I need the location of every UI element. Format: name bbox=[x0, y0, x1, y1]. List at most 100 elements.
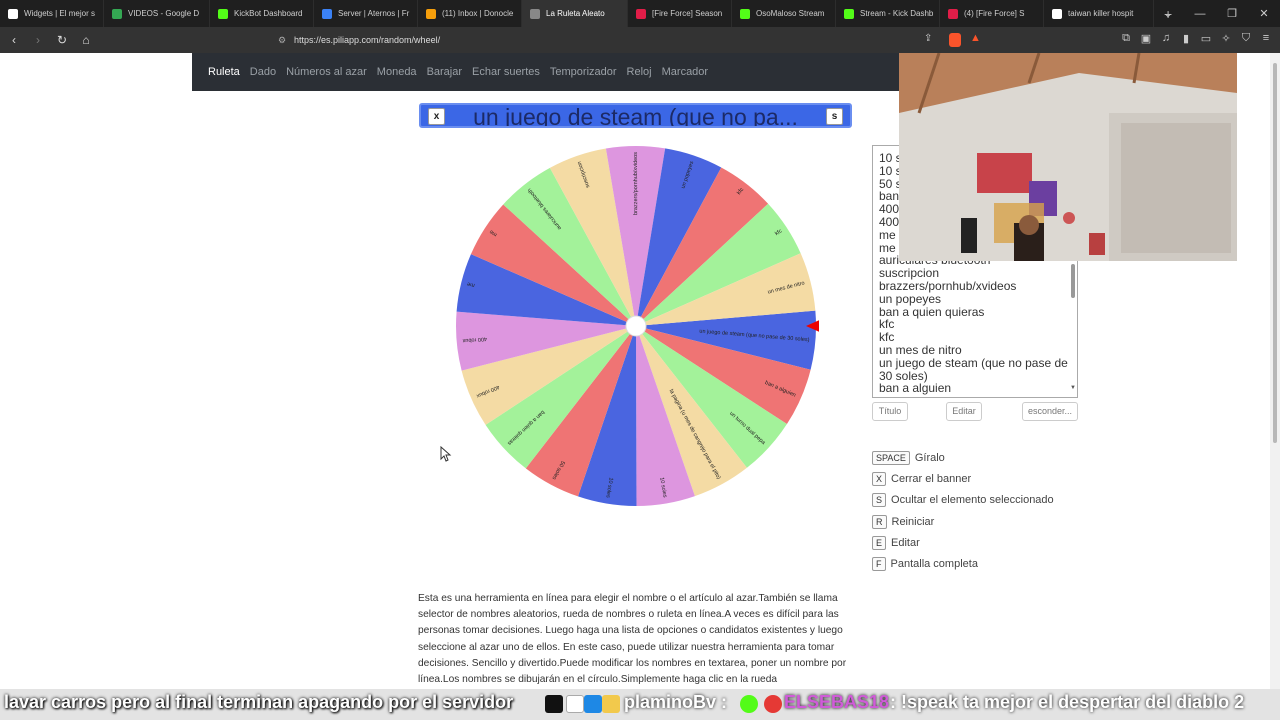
ai-icon[interactable]: ✧ bbox=[1220, 32, 1232, 45]
menu-icon[interactable]: ≡ bbox=[1260, 32, 1272, 45]
tab-favicon-icon bbox=[844, 8, 854, 19]
share-icon[interactable]: ⇪ bbox=[924, 33, 932, 44]
window-controls: ⌄ — ❐ ✕ bbox=[1152, 0, 1280, 27]
shortcut-item: R Reiniciar bbox=[872, 511, 1054, 532]
chevron-down-icon[interactable]: ⌄ bbox=[1152, 7, 1184, 20]
emote-icon bbox=[545, 695, 563, 713]
browser-tab[interactable]: taiwan killer hospit bbox=[1044, 0, 1154, 27]
hide-button[interactable]: esconder... bbox=[1022, 402, 1078, 421]
tab-favicon-icon bbox=[530, 8, 540, 19]
ticker-username: plaminoBv : bbox=[624, 692, 728, 712]
kick-icon bbox=[740, 695, 758, 713]
scrollbar-thumb[interactable] bbox=[1273, 63, 1277, 443]
shortcut-label: Cerrar el banner bbox=[891, 472, 972, 485]
ticker-message: : !speak ta mejor el despertar del diabl… bbox=[890, 692, 1245, 712]
wallet-icon[interactable]: ▭ bbox=[1200, 32, 1212, 45]
browser-tab[interactable]: OsoMaloso Stream bbox=[732, 0, 836, 27]
shortcut-key[interactable]: S bbox=[872, 493, 887, 508]
site-navigation: Ruleta Dado Números al azar Moneda Barajar Ec… bbox=[192, 53, 902, 91]
nav-link[interactable]: Moneda bbox=[377, 66, 417, 78]
browser-tab[interactable]: Widgets | El mejor s bbox=[0, 0, 104, 27]
keyboard-shortcuts: SPACE Gíralo X Cerrar el banner S Ocultar el … bbox=[872, 447, 1054, 575]
browser-tab-bar: Widgets | El mejor s VIDEOS - Google D Kic… bbox=[0, 0, 1280, 27]
nav-link[interactable]: Reloj bbox=[627, 66, 652, 78]
winner-banner: un juego de steam (que no pa... x s bbox=[419, 103, 852, 128]
tab-favicon-icon bbox=[112, 8, 122, 19]
shortcut-key[interactable]: R bbox=[872, 514, 887, 529]
nav-link[interactable]: Números al azar bbox=[286, 66, 367, 78]
reload-icon[interactable]: ↻ bbox=[52, 33, 72, 47]
minimize-icon[interactable]: — bbox=[1184, 8, 1216, 20]
nav-link[interactable]: Ruleta bbox=[208, 66, 240, 78]
banner-close-button[interactable]: x bbox=[428, 108, 445, 125]
rewards-icon[interactable]: ▲ bbox=[970, 32, 981, 44]
tab-label: Server | Aternos | Fr bbox=[338, 9, 410, 18]
tab-label: (11) Inbox | Donocle bbox=[442, 9, 514, 18]
brave-shield-icon[interactable] bbox=[949, 33, 961, 47]
shortcut-key[interactable]: F bbox=[872, 557, 886, 572]
webcam-image bbox=[899, 53, 1237, 261]
edit-button[interactable]: Editar bbox=[946, 402, 982, 421]
browser-tab[interactable]: (4) [Fire Force] S bbox=[940, 0, 1044, 27]
browser-tab[interactable]: Server | Aternos | Fr bbox=[314, 0, 418, 27]
tab-favicon-icon bbox=[322, 8, 332, 19]
spin-wheel[interactable]: un juego de steam (que no pase de 30 sol… bbox=[453, 143, 819, 509]
page-scrollbar[interactable] bbox=[1270, 53, 1280, 720]
url-field[interactable]: ⚙ https://es.piliapp.com/random/wheel/ bbox=[272, 31, 987, 49]
tab-label: taiwan killer hospit bbox=[1068, 9, 1134, 18]
tab-label: La Ruleta Aleato bbox=[546, 9, 605, 18]
tab-label: Widgets | El mejor s bbox=[24, 9, 95, 18]
browser-tab[interactable]: VIDEOS - Google D bbox=[104, 0, 210, 27]
nav-link[interactable]: Marcador bbox=[662, 66, 708, 78]
address-bar: ‹ › ↻ ⌂ ⚙ https://es.piliapp.com/random/… bbox=[0, 27, 1280, 53]
mouse-cursor-icon bbox=[440, 446, 452, 462]
shortcut-label: Ocultar el elemento seleccionado bbox=[891, 494, 1054, 507]
vpn-icon[interactable]: ⛉ bbox=[1240, 32, 1252, 45]
title-button[interactable]: Título bbox=[872, 402, 908, 421]
screenshot-icon[interactable]: ▣ bbox=[1140, 32, 1152, 45]
nav-link[interactable]: Temporizador bbox=[550, 66, 617, 78]
forward-icon[interactable]: › bbox=[28, 33, 48, 47]
chat-ticker: lavar carros pero al final terminan apag… bbox=[0, 689, 1280, 720]
webcam-overlay bbox=[899, 53, 1237, 261]
tab-label: VIDEOS - Google D bbox=[128, 9, 200, 18]
badge-icon bbox=[764, 695, 782, 713]
tab-favicon-icon bbox=[948, 8, 958, 19]
media-icon[interactable]: ♫ bbox=[1160, 32, 1172, 45]
browser-tab[interactable]: (11) Inbox | Donocle bbox=[418, 0, 522, 27]
shortcut-label: Pantalla completa bbox=[890, 558, 978, 571]
shortcut-key[interactable]: X bbox=[872, 471, 887, 486]
shortcut-label: Gíralo bbox=[914, 451, 945, 464]
shortcut-item: S Ocultar el elemento seleccionado bbox=[872, 490, 1054, 511]
tab-label: (4) [Fire Force] S bbox=[964, 9, 1025, 18]
browser-tab[interactable]: La Ruleta Aleato bbox=[522, 0, 628, 27]
shortcut-item: SPACE Gíralo bbox=[872, 447, 1054, 468]
emote-icon bbox=[602, 695, 620, 713]
browser-tab[interactable]: Stream - Kick Dashb bbox=[836, 0, 940, 27]
shortcut-key[interactable]: SPACE bbox=[872, 450, 910, 465]
nav-link[interactable]: Barajar bbox=[427, 66, 462, 78]
description-text: Esta es una herramienta en línea para el… bbox=[418, 593, 847, 686]
tab-label: OsoMaloso Stream bbox=[756, 9, 825, 18]
ticker-username: ELSEBAS18 bbox=[784, 692, 890, 712]
extension-icon[interactable]: ⧉ bbox=[1120, 32, 1132, 45]
ticker-message: lavar carros pero al final terminan apag… bbox=[4, 692, 514, 712]
shortcut-key[interactable]: E bbox=[872, 535, 887, 550]
browser-tab[interactable]: [Fire Force] Season bbox=[628, 0, 732, 27]
wheel-slice-label: brazzers/pornhub/xvideos bbox=[633, 152, 639, 215]
close-icon[interactable]: ✕ bbox=[1248, 7, 1280, 20]
sidebar-icon[interactable]: ▮ bbox=[1180, 32, 1192, 45]
emote-icon bbox=[566, 695, 584, 713]
nav-link[interactable]: Echar suertes bbox=[472, 66, 540, 78]
shortcut-label: Editar bbox=[891, 536, 920, 549]
maximize-icon[interactable]: ❐ bbox=[1216, 7, 1248, 20]
wheel-center-hub[interactable] bbox=[625, 315, 647, 337]
back-icon[interactable]: ‹ bbox=[4, 33, 24, 47]
home-icon[interactable]: ⌂ bbox=[76, 33, 96, 47]
banner-hide-button[interactable]: s bbox=[826, 108, 843, 125]
nav-link[interactable]: Dado bbox=[250, 66, 276, 78]
shortcut-item: X Cerrar el banner bbox=[872, 468, 1054, 489]
site-info-icon[interactable]: ⚙ bbox=[278, 31, 286, 49]
browser-tab[interactable]: KickBot Dashboard bbox=[210, 0, 314, 27]
extensions-bar: ⧉ ▣ ♫ ▮ ▭ ✧ ⛉ ≡ bbox=[1120, 32, 1272, 45]
